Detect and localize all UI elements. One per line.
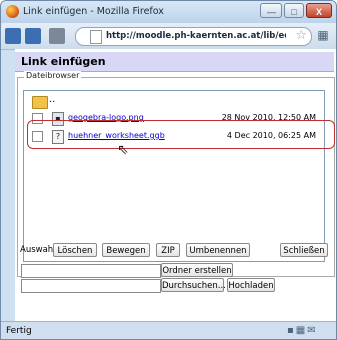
- upload-file-input[interactable]: [21, 279, 161, 293]
- title-bar: Link einfügen - Mozilla Firefox — □ X: [1, 1, 336, 23]
- upload-button[interactable]: Hochladen: [227, 278, 275, 292]
- delete-button[interactable]: Löschen: [53, 243, 97, 257]
- page-title: Link einfügen: [21, 55, 106, 68]
- close-window-button[interactable]: X: [306, 3, 332, 18]
- folder-up-icon[interactable]: [32, 96, 48, 109]
- folder-up-link[interactable]: ..: [49, 94, 55, 105]
- page-content: Link einfügen Dateibrowser .. ▪ geogebra…: [15, 49, 336, 321]
- maximize-button[interactable]: □: [284, 3, 304, 18]
- annotation-highlight: [27, 120, 335, 149]
- forward-icon[interactable]: [25, 28, 41, 44]
- navigation-toolbar: http://moodle.ph-kaernten.ac.at/lib/edit…: [1, 23, 336, 50]
- url-text[interactable]: http://moodle.ph-kaernten.ac.at/lib/edit…: [106, 31, 286, 41]
- browse-button[interactable]: Durchsuchen...: [161, 278, 226, 292]
- filebrowser-legend: Dateibrowser: [24, 71, 82, 80]
- home-icon[interactable]: [49, 28, 65, 44]
- firefox-logo-icon: [6, 5, 19, 18]
- move-button[interactable]: Bewegen: [102, 243, 150, 257]
- status-bar: Fertig ▪▦✉: [1, 321, 336, 339]
- status-text: Fertig: [6, 326, 32, 336]
- rename-button[interactable]: Umbenennen: [186, 243, 250, 257]
- minimize-button[interactable]: —: [260, 3, 282, 18]
- grid-icon[interactable]: ▦: [315, 28, 331, 43]
- page-icon: [90, 30, 102, 44]
- url-bar[interactable]: http://moodle.ph-kaernten.ac.at/lib/edit…: [75, 27, 312, 46]
- create-folder-button[interactable]: Ordner erstellen: [161, 263, 233, 277]
- browser-window: Link einfügen - Mozilla Firefox — □ X ht…: [0, 0, 337, 340]
- zip-button[interactable]: ZIP: [156, 243, 180, 257]
- bookmark-star-icon[interactable]: ☆: [295, 28, 307, 43]
- folder-name-input[interactable]: [21, 264, 161, 278]
- status-icons: ▪▦✉: [287, 325, 318, 336]
- window-title: Link einfügen - Mozilla Firefox: [23, 6, 164, 17]
- page-heading: Link einfügen: [15, 52, 334, 72]
- file-list: .. ▪ geogebra-logo.png 28 Nov 2010, 12:5…: [23, 90, 325, 262]
- mouse-cursor-icon: ⇖: [117, 142, 129, 158]
- close-button[interactable]: Schließen: [280, 243, 328, 257]
- back-icon[interactable]: [5, 28, 21, 44]
